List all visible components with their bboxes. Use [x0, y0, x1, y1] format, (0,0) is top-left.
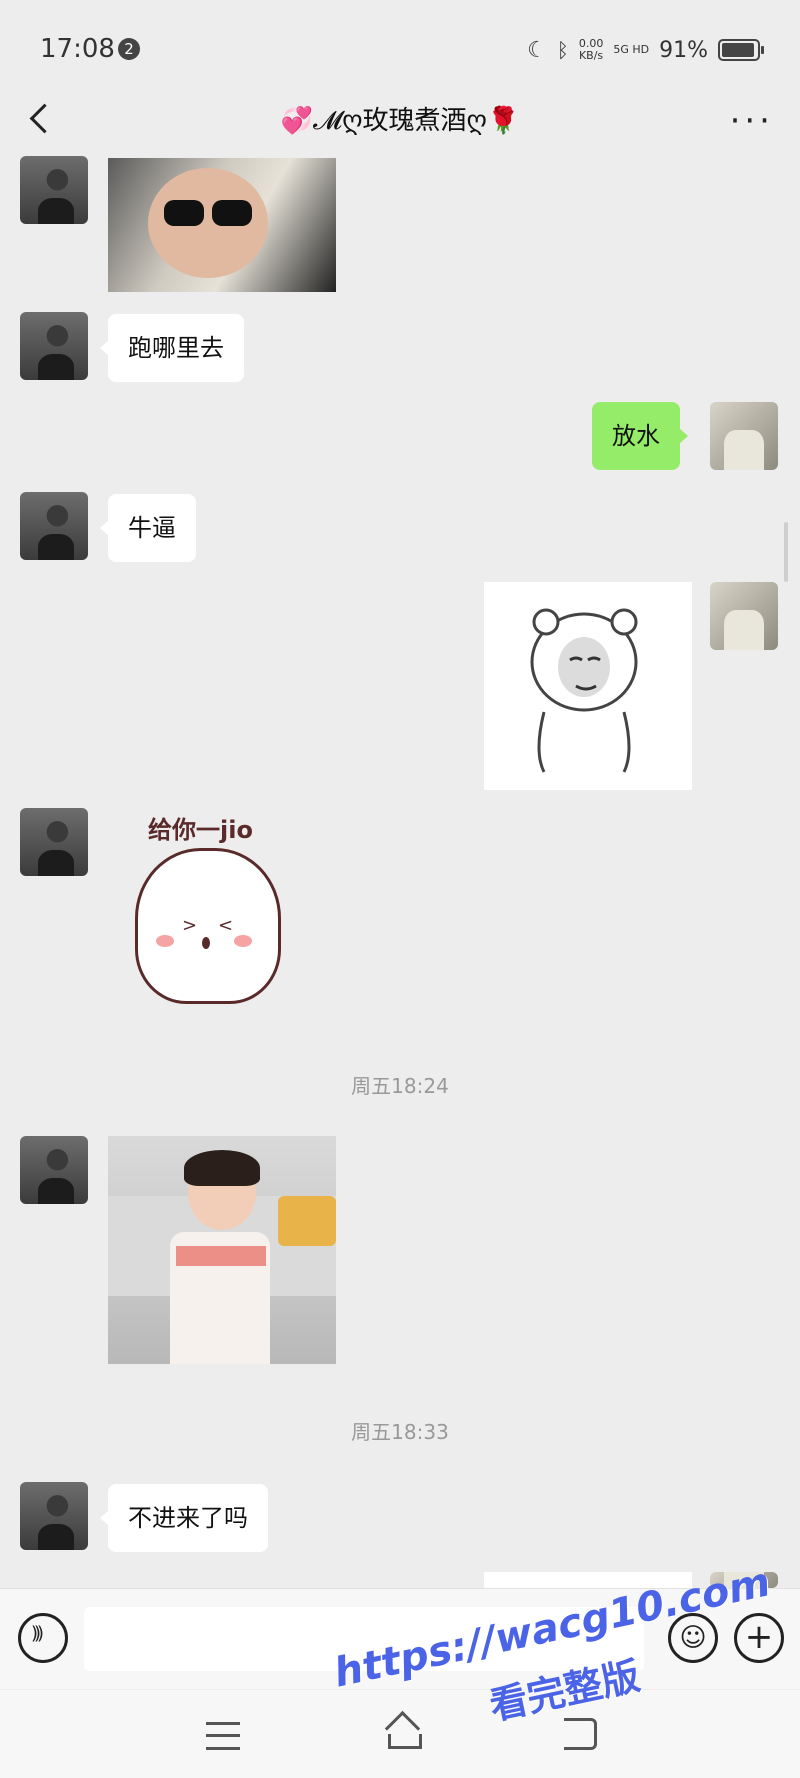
bear-sticker[interactable]: > < — [135, 848, 281, 1004]
meme-sticker[interactable] — [484, 582, 692, 790]
meme-face-drawing — [530, 608, 638, 773]
net-speed: 0.00 KB/s — [579, 38, 604, 62]
chat-header: 💞𝓜ღ玫瑰煮酒ღ🌹 ··· — [0, 84, 800, 156]
more-options-icon[interactable]: ··· — [730, 104, 774, 138]
contact-avatar[interactable] — [20, 808, 88, 876]
net-speed-unit: KB/s — [578, 49, 604, 62]
contact-avatar[interactable] — [20, 492, 88, 560]
incoming-message[interactable]: 跑哪里去 — [100, 314, 244, 382]
outgoing-message[interactable]: 放水 — [592, 402, 688, 470]
scrollbar[interactable] — [784, 522, 788, 582]
message-timestamp: 周五18:33 — [351, 1420, 449, 1444]
plus-icon[interactable]: + — [734, 1613, 784, 1663]
notification-badge: 2 — [118, 38, 140, 60]
battery-percent: 91% — [659, 37, 708, 63]
chat-title: 💞𝓜ღ玫瑰煮酒ღ🌹 — [280, 106, 520, 136]
chat-image[interactable] — [108, 158, 336, 292]
menu-icon[interactable] — [206, 1722, 240, 1750]
incoming-message[interactable]: 牛逼 — [100, 494, 196, 562]
my-avatar[interactable] — [710, 582, 778, 650]
voice-input-icon[interactable] — [18, 1613, 68, 1663]
home-icon[interactable] — [384, 1716, 422, 1749]
moon-icon: ☾ — [527, 37, 547, 63]
back-nav-icon[interactable] — [564, 1718, 597, 1750]
status-time: 17:08 — [40, 34, 115, 64]
contact-avatar[interactable] — [20, 1136, 88, 1204]
battery-icon — [718, 39, 764, 61]
status-icons: ☾ ᛒ 0.00 KB/s 5G HD 91% — [527, 30, 764, 70]
incoming-message[interactable]: 不进来了吗 — [100, 1484, 268, 1552]
message-timestamp: 周五18:24 — [351, 1074, 449, 1098]
sticker-caption: 给你一jio — [148, 816, 253, 844]
bluetooth-icon: ᛒ — [556, 38, 569, 62]
contact-avatar[interactable] — [20, 1482, 88, 1550]
system-nav-bar — [0, 1690, 800, 1778]
contact-avatar[interactable] — [20, 312, 88, 380]
chat-image[interactable] — [108, 1136, 336, 1364]
my-avatar[interactable] — [710, 402, 778, 470]
signal-icon: 5G HD — [613, 43, 650, 56]
contact-avatar[interactable] — [20, 156, 88, 224]
